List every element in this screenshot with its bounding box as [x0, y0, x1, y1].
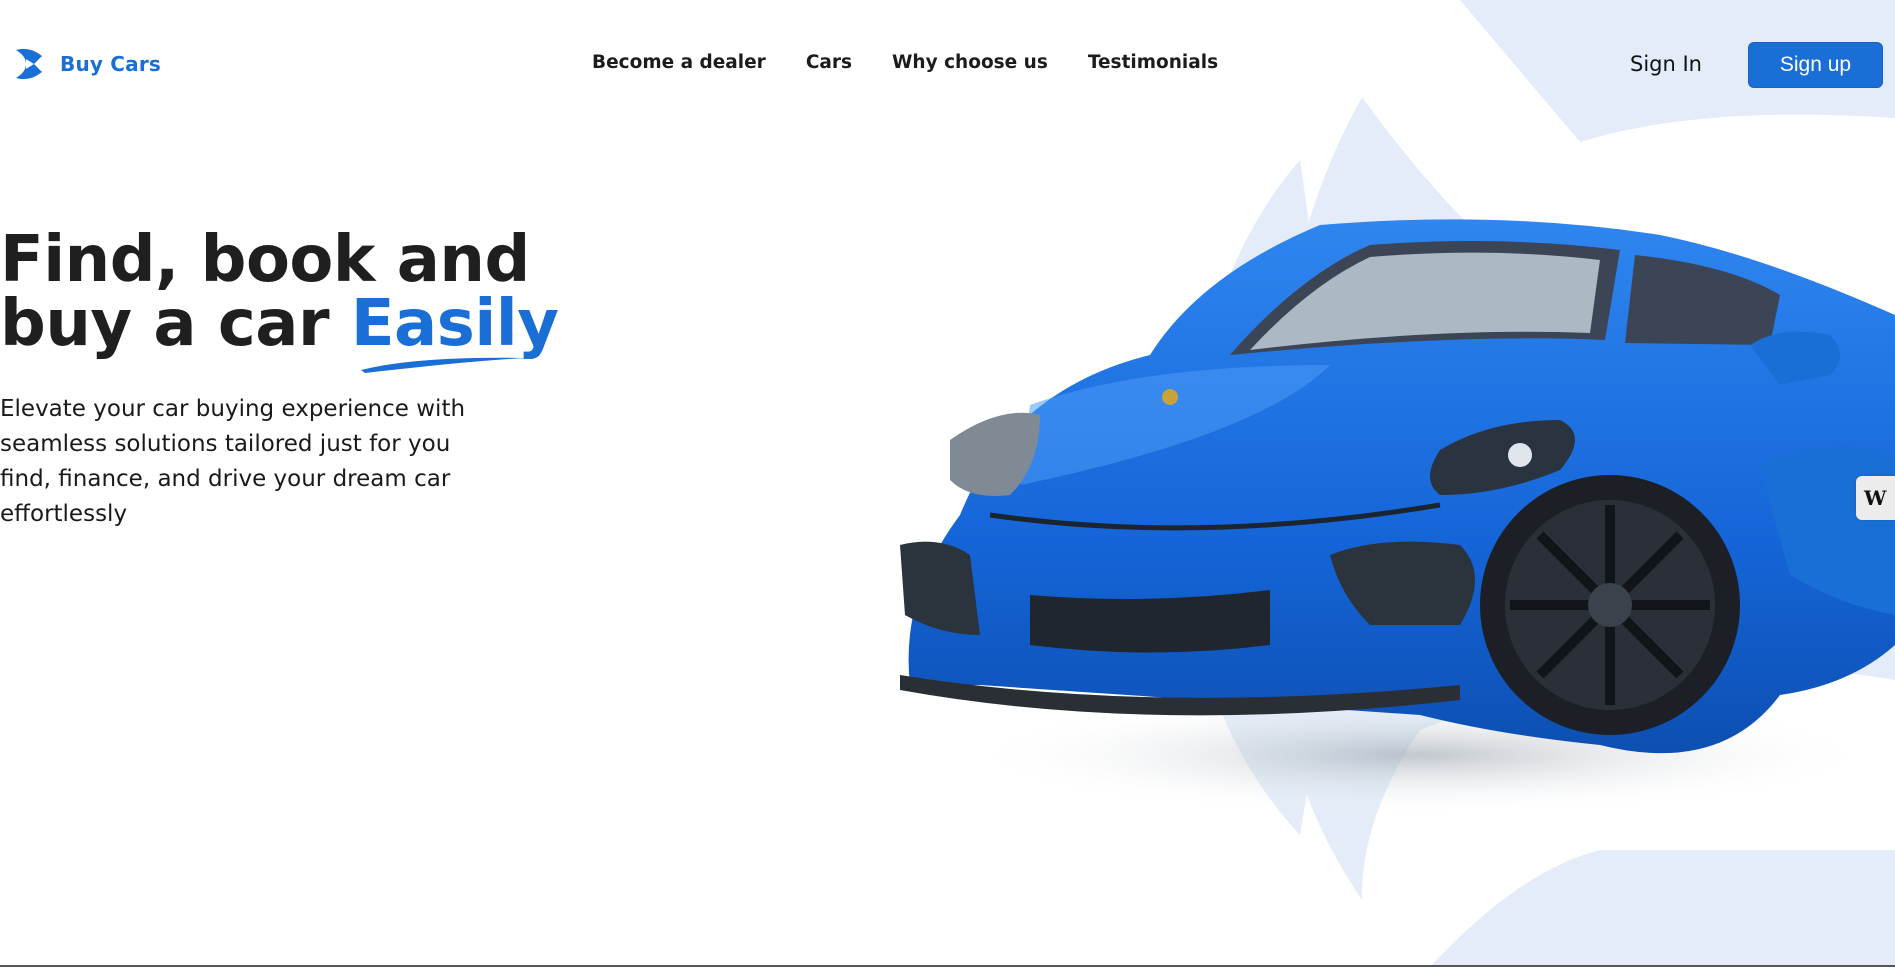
- side-widget-tab[interactable]: W: [1856, 476, 1895, 520]
- brush-underline-icon: [360, 357, 527, 373]
- play-chevron-logo-icon: [16, 48, 42, 80]
- brand-name: Buy Cars: [60, 52, 162, 76]
- hero-title-accent: Easily: [351, 292, 559, 373]
- brand-home-link[interactable]: Buy Cars: [14, 46, 161, 82]
- primary-nav: Become a dealer Cars Why choose us Testi…: [592, 52, 1218, 73]
- blue-sports-car-image: [900, 219, 1895, 815]
- nav-link-testimonials[interactable]: Testimonials: [1088, 52, 1218, 73]
- hero-title-prefix: buy a car: [0, 287, 330, 361]
- nav-link-become-dealer[interactable]: Become a dealer: [592, 52, 766, 73]
- hero-title-line-2: buy a car Easily: [0, 292, 559, 373]
- hero-title: Find, book and buy a car Easily: [0, 223, 559, 373]
- hero-subtitle: Elevate your car buying experience with …: [0, 396, 466, 527]
- sign-in-link[interactable]: Sign In: [1630, 52, 1702, 76]
- hero-title-line-1: Find, book and: [0, 223, 530, 297]
- nav-link-cars[interactable]: Cars: [806, 52, 852, 73]
- nav-link-why-choose-us[interactable]: Why choose us: [892, 52, 1048, 73]
- side-widget-label: W: [1864, 486, 1887, 510]
- top-navbar: Buy Cars Become a dealer Cars Why choose…: [0, 0, 1895, 130]
- sign-up-button[interactable]: Sign up: [1748, 42, 1883, 88]
- landing-page: Buy Cars Become a dealer Cars Why choose…: [0, 0, 1895, 967]
